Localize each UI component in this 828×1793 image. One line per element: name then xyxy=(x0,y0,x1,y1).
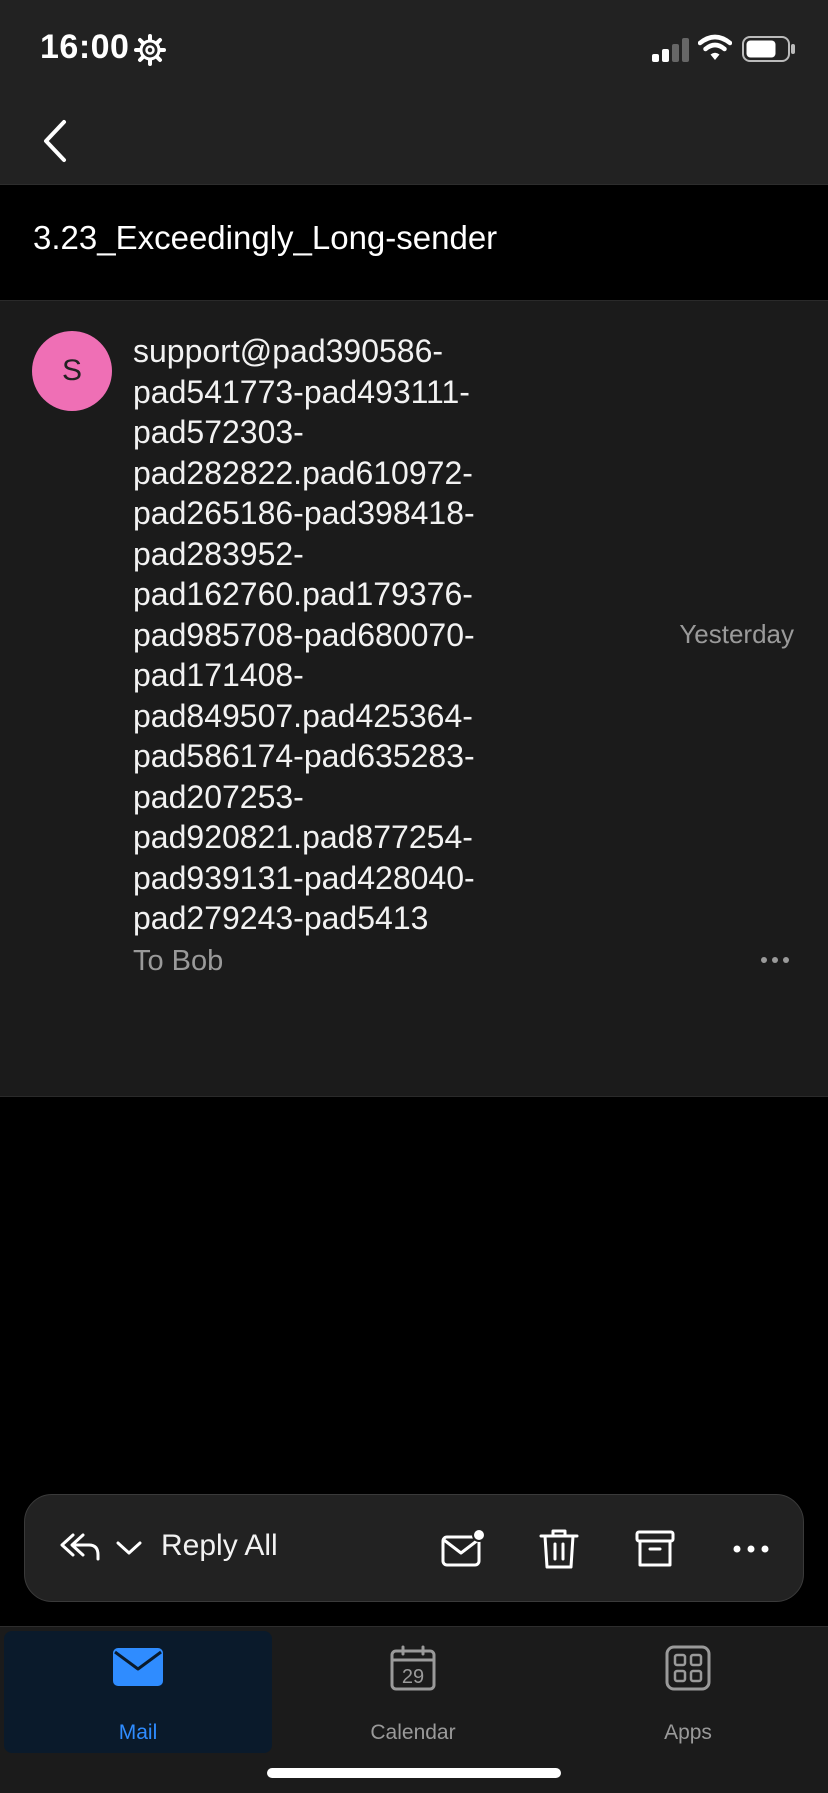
sender-line: pad283952- xyxy=(133,535,304,572)
trash-icon[interactable] xyxy=(535,1525,583,1573)
more-actions-icon[interactable] xyxy=(727,1525,775,1573)
home-indicator[interactable] xyxy=(267,1768,561,1778)
apps-grid-icon xyxy=(665,1645,711,1691)
mark-unread-icon[interactable] xyxy=(439,1525,487,1573)
sender-line: pad282822.pad610972- xyxy=(133,454,473,491)
reply-all-button[interactable]: Reply All xyxy=(161,1529,278,1563)
back-chevron-icon[interactable] xyxy=(36,116,76,166)
wifi-icon xyxy=(698,34,732,60)
sender-line: pad541773-pad493111- xyxy=(133,373,470,410)
battery-icon xyxy=(742,36,795,62)
sender-line: pad586174-pad635283- xyxy=(133,738,475,774)
status-time: 16:00 xyxy=(40,28,130,66)
tab-mail[interactable]: Mail xyxy=(4,1631,272,1753)
calendar-icon: 29 xyxy=(390,1645,436,1691)
sender-line: pad279243-pad5413 xyxy=(133,900,429,936)
tab-apps-label: Apps xyxy=(664,1721,712,1744)
tab-calendar[interactable]: 29 Calendar xyxy=(279,1631,547,1753)
sender-line: pad162760.pad179376- xyxy=(133,576,473,612)
archive-icon[interactable] xyxy=(631,1525,679,1573)
sender-line: pad920821.pad877254- xyxy=(133,819,473,855)
chevron-down-icon[interactable] xyxy=(115,1539,143,1557)
calendar-day: 29 xyxy=(402,1666,424,1688)
sender-line: pad265186-pad398418- xyxy=(133,495,475,531)
reply-all-icon[interactable] xyxy=(59,1531,101,1563)
sender-line: pad939131-pad428040- xyxy=(133,859,475,896)
sender-line: pad849507.pad425364- xyxy=(133,697,473,734)
sender-line: pad171408- xyxy=(133,657,304,693)
tab-mail-label: Mail xyxy=(118,1721,158,1744)
mail-icon xyxy=(113,1648,163,1686)
gear-icon xyxy=(134,34,166,66)
recipient-line[interactable]: To Bob xyxy=(133,945,223,978)
status-bar: 16:00 xyxy=(0,0,828,96)
subject-bar: 3.23_Exceedingly_Long-sender xyxy=(0,185,828,299)
sender-line: pad985708-pad680070- xyxy=(133,616,475,653)
sender-address[interactable]: support@pad390586- pad541773-pad493111- … xyxy=(133,331,533,939)
message-timestamp: Yesterday xyxy=(679,619,794,649)
tab-calendar-label: Calendar xyxy=(370,1721,456,1744)
navigation-bar xyxy=(0,96,828,185)
more-options-icon[interactable] xyxy=(760,955,790,965)
message-card[interactable]: S support@pad390586- pad541773-pad493111… xyxy=(0,300,828,1097)
sender-line: support@pad390586- xyxy=(133,333,444,369)
email-subject: 3.23_Exceedingly_Long-sender xyxy=(33,219,498,256)
sender-line: pad572303- xyxy=(133,414,304,450)
sender-line: pad207253- xyxy=(133,778,304,815)
tab-apps[interactable]: Apps xyxy=(554,1631,822,1753)
cellular-signal-icon xyxy=(652,38,689,62)
action-toolbar: Reply All xyxy=(24,1494,804,1602)
sender-avatar[interactable]: S xyxy=(32,331,112,411)
